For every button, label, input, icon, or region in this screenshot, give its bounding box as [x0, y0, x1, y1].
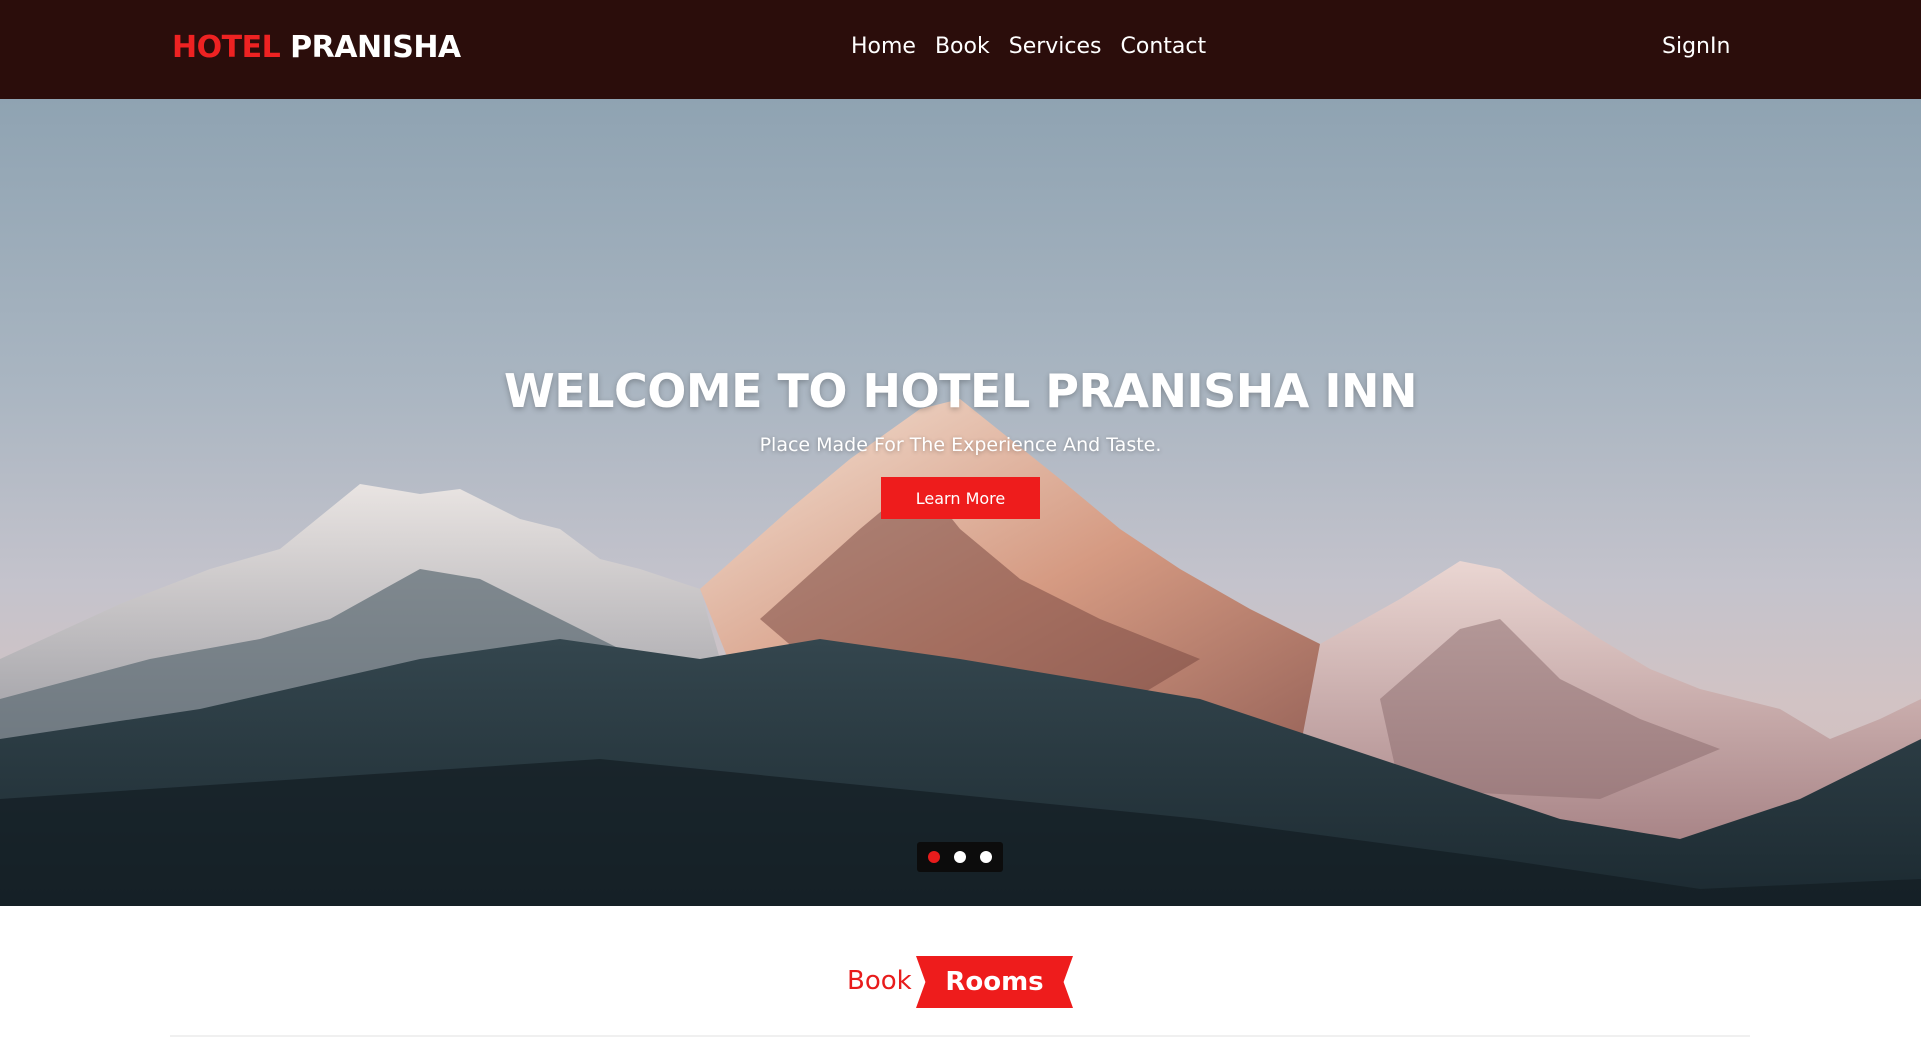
signin-link[interactable]: SignIn [1662, 34, 1730, 59]
nav-link-services[interactable]: Services [1009, 34, 1102, 59]
nav-link-home[interactable]: Home [851, 34, 916, 59]
hero-carousel: WELCOME TO HOTEL PRANISHA INN Place Made… [0, 99, 1921, 906]
logo-text-pranisha: PRANISHA [290, 30, 461, 65]
learn-more-button[interactable]: Learn More [881, 477, 1040, 519]
nav-link-book[interactable]: Book [935, 34, 990, 59]
main-nav: Home Book Services Contact [851, 34, 1206, 59]
carousel-indicators [917, 842, 1003, 872]
hero-subtitle: Place Made For The Experience And Taste. [759, 434, 1162, 456]
hero-title: WELCOME TO HOTEL PRANISHA INN [504, 364, 1417, 418]
carousel-indicator-2[interactable] [954, 851, 966, 863]
carousel-indicator-3[interactable] [980, 851, 992, 863]
heading-text-book: Book [847, 966, 912, 996]
heading-ribbon-rooms: Rooms [916, 956, 1073, 1008]
logo-text-hotel: HOTEL [172, 30, 281, 65]
nav-link-contact[interactable]: Contact [1121, 34, 1207, 59]
section-divider [170, 1035, 1750, 1037]
site-logo[interactable]: HOTEL PRANISHA [172, 30, 461, 65]
book-rooms-heading: Book Rooms [0, 956, 1921, 1008]
carousel-indicator-1[interactable] [928, 851, 940, 863]
site-header: HOTEL PRANISHA Home Book Services Contac… [0, 0, 1921, 99]
